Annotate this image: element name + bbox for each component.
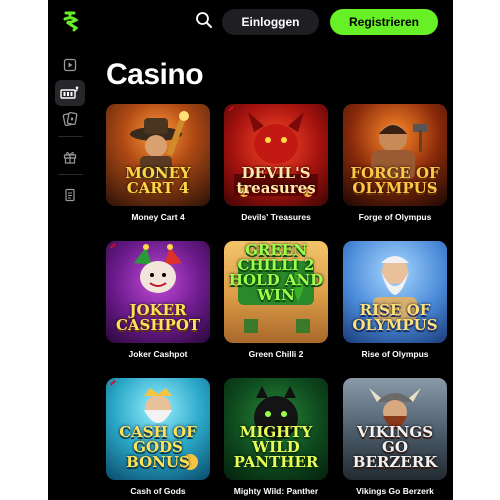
register-button[interactable]: Registrieren (330, 9, 438, 35)
game-tile-rise-of-olympus[interactable]: RISE OF OLYMPUS Rise of Olympus (343, 241, 447, 359)
hephaestus-artwork (371, 124, 427, 180)
sidebar-item-casino[interactable] (55, 80, 85, 106)
game-title: Mighty Wild: Panther (233, 486, 319, 496)
game-thumbnail[interactable]: GREEN CHILLI 2 HOLD AND WIN (224, 241, 328, 343)
game-title: Rise of Olympus (361, 349, 429, 359)
game-thumbnail[interactable]: VIKINGS GO BERZERK (343, 378, 447, 480)
game-title: Green Chilli 2 (248, 349, 304, 359)
panther-artwork (254, 386, 298, 440)
game-title: Money Cart 4 (131, 212, 185, 222)
game-title: Cash of Gods (130, 486, 186, 496)
gift-icon (63, 152, 77, 164)
sidebar-item-live-casino[interactable] (55, 106, 85, 132)
viking-artwork (369, 388, 421, 429)
zeus-artwork (373, 256, 417, 321)
game-title: Vikings Go Berzerk (356, 486, 434, 496)
game-title: Joker Cashpot (128, 349, 188, 359)
casino-icon (60, 86, 79, 99)
sidebar-divider (58, 174, 83, 175)
live-casino-icon (62, 111, 78, 127)
game-tile-money-cart-4[interactable]: MONEY CART 4 Money Cart 4 (106, 104, 210, 222)
game-tile-mighty-wild-panther[interactable]: MIGHTY WILD PANTHER Mighty Wild: Panther (224, 378, 328, 496)
game-tile-devils-treasures[interactable]: DEVIL'S treasures Devils' Treasures (224, 104, 328, 222)
document-icon (65, 188, 75, 202)
game-tile-vikings-go-berzerk[interactable]: VIKINGS GO BERZERK Vikings Go Berzerk (343, 378, 447, 496)
god-artwork (144, 388, 198, 470)
game-thumbnail[interactable]: JOKER CASHPOT (106, 241, 210, 343)
game-thumbnail[interactable]: MONEY CART 4 (106, 104, 210, 206)
joker-artwork (134, 244, 182, 293)
sidebar-item-document[interactable] (55, 182, 85, 208)
game-title: Devils' Treasures (241, 212, 311, 222)
game-tile-forge-of-olympus[interactable]: FORGE OF OLYMPUS Forge of Olympus (343, 104, 447, 222)
devil-artwork (234, 112, 318, 197)
chilli-artwork (238, 261, 314, 333)
app-window: Einloggen Registrieren Casino MONEY CART… (48, 0, 453, 500)
sidebar (48, 0, 91, 500)
login-button[interactable]: Einloggen (222, 9, 319, 35)
game-thumbnail[interactable]: RISE OF OLYMPUS (343, 241, 447, 343)
game-thumbnail[interactable]: CASH OF GODS BONUS (106, 378, 210, 480)
cowboy-artwork (130, 111, 189, 180)
game-thumbnail[interactable]: DEVIL'S treasures (224, 104, 328, 206)
sidebar-divider (58, 136, 83, 137)
brand-logo-icon[interactable] (62, 10, 80, 32)
play-icon (63, 58, 77, 72)
game-tile-cash-of-gods[interactable]: CASH OF GODS BONUS Cash of Gods (106, 378, 210, 496)
search-icon[interactable] (195, 11, 213, 29)
page-title: Casino (106, 58, 204, 91)
game-tile-green-chilli-2[interactable]: GREEN CHILLI 2 HOLD AND WIN Green Chilli… (224, 241, 328, 359)
game-tile-joker-cashpot[interactable]: JOKER CASHPOT Joker Cashpot (106, 241, 210, 359)
game-thumbnail[interactable]: FORGE OF OLYMPUS (343, 104, 447, 206)
sidebar-item-gift[interactable] (55, 144, 85, 170)
game-thumbnail[interactable]: MIGHTY WILD PANTHER (224, 378, 328, 480)
game-title: Forge of Olympus (358, 212, 432, 222)
sidebar-item-play[interactable] (55, 52, 85, 78)
